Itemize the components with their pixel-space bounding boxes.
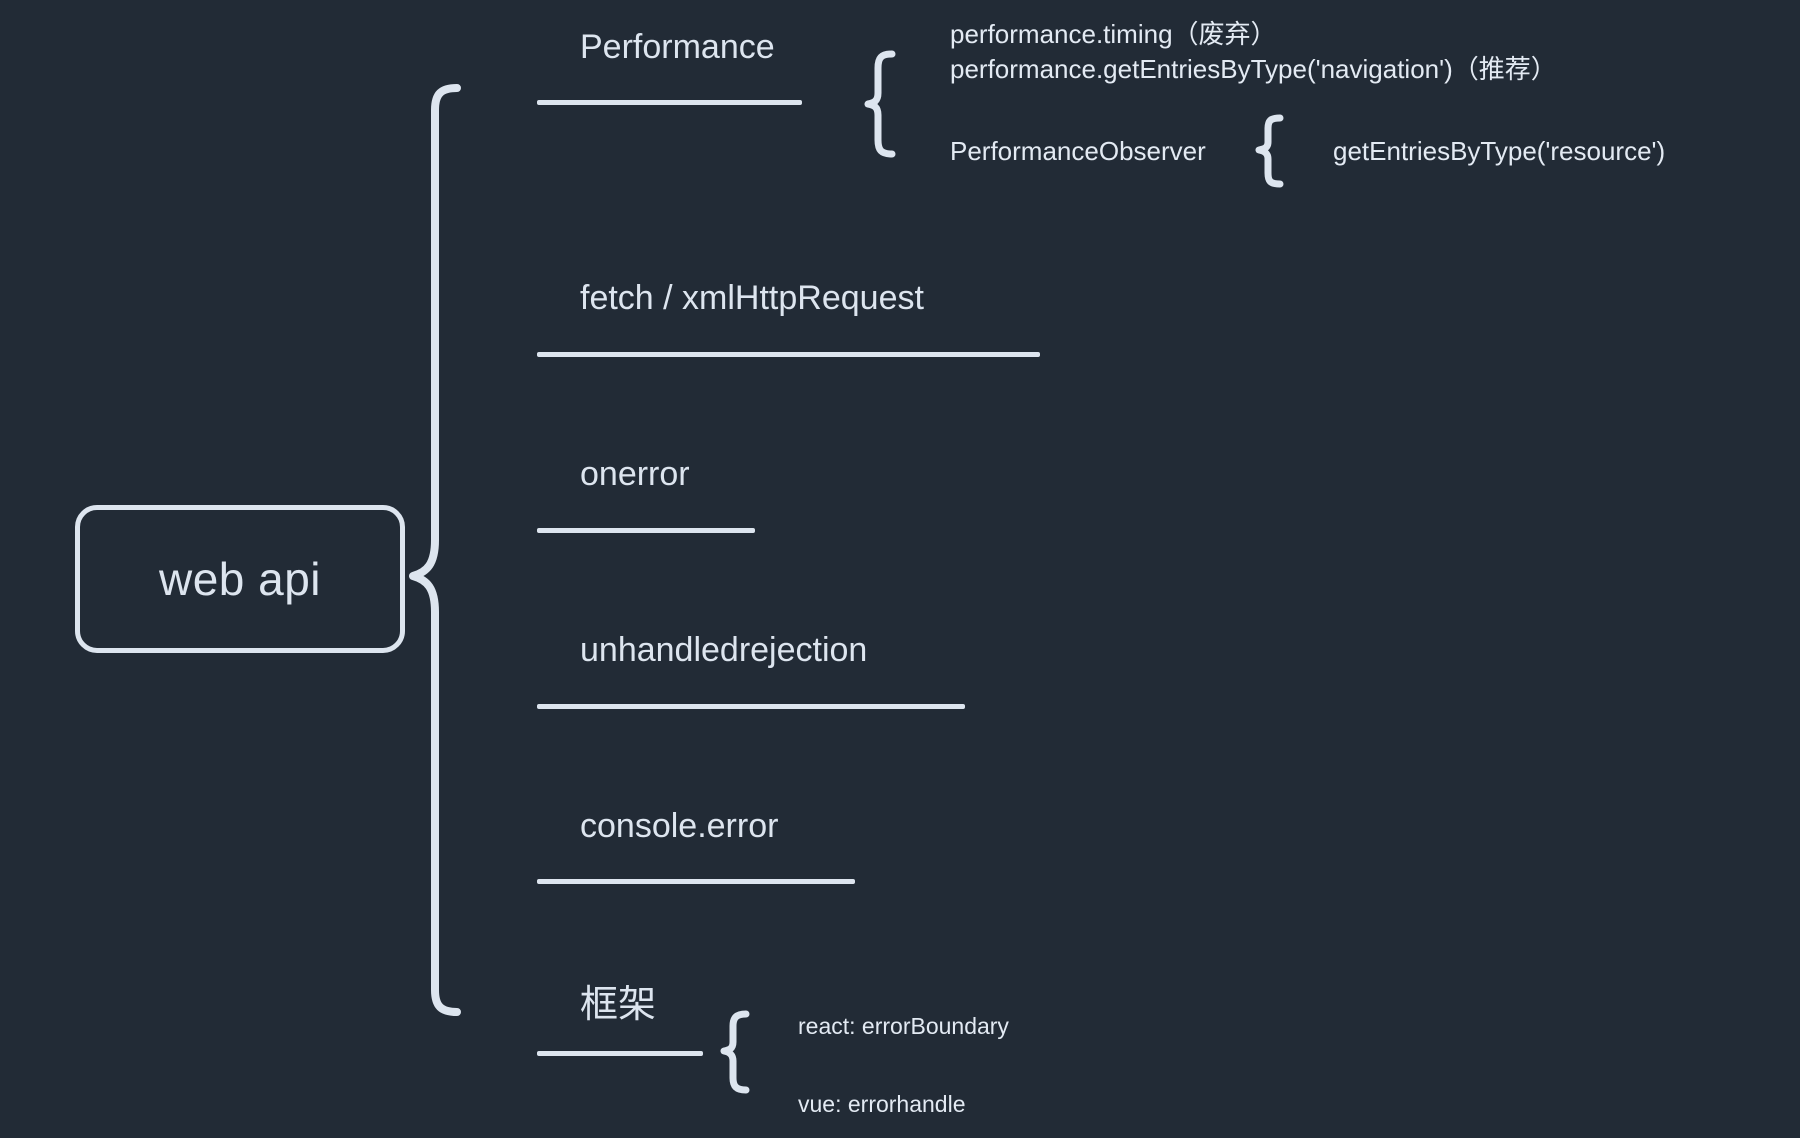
- performance-children-brace: [862, 48, 902, 160]
- performance-observer-children-brace: [1253, 112, 1289, 190]
- branch-underline-framework: [537, 1051, 703, 1056]
- branch-label-console-error[interactable]: console.error: [580, 809, 778, 843]
- leaf-performance-getentriesbytype-navigation[interactable]: performance.getEntriesByType('navigation…: [950, 53, 1557, 86]
- branch-label-framework[interactable]: 框架: [580, 985, 656, 1023]
- branch-underline-onerror: [537, 528, 755, 533]
- main-brace: [405, 80, 465, 1020]
- leaf-performance-observer[interactable]: PerformanceObserver: [950, 135, 1206, 168]
- leaf-get-entries-by-type-resource[interactable]: getEntriesByType('resource'): [1333, 135, 1665, 168]
- branch-underline-unhandledrejection: [537, 704, 965, 709]
- branch-label-performance[interactable]: Performance: [580, 30, 775, 64]
- branch-underline-performance: [537, 100, 802, 105]
- branch-label-fetch-xhr[interactable]: fetch / xmlHttpRequest: [580, 281, 924, 315]
- root-node-label: web api: [158, 553, 322, 605]
- leaf-performance-timing[interactable]: performance.timing（废弃）: [950, 18, 1277, 51]
- mindmap-canvas: web api Performance performance.timing（废…: [0, 0, 1800, 1138]
- leaf-vue-errorhandle[interactable]: vue: errorhandle: [798, 1090, 966, 1119]
- branch-underline-fetch-xhr: [537, 352, 1040, 357]
- root-node-web-api[interactable]: web api: [75, 505, 405, 653]
- branch-label-unhandledrejection[interactable]: unhandledrejection: [580, 633, 867, 667]
- branch-label-onerror[interactable]: onerror: [580, 457, 690, 491]
- branch-underline-console-error: [537, 879, 855, 884]
- leaf-react-error-boundary[interactable]: react: errorBoundary: [798, 1012, 1009, 1041]
- framework-children-brace: [718, 1008, 754, 1096]
